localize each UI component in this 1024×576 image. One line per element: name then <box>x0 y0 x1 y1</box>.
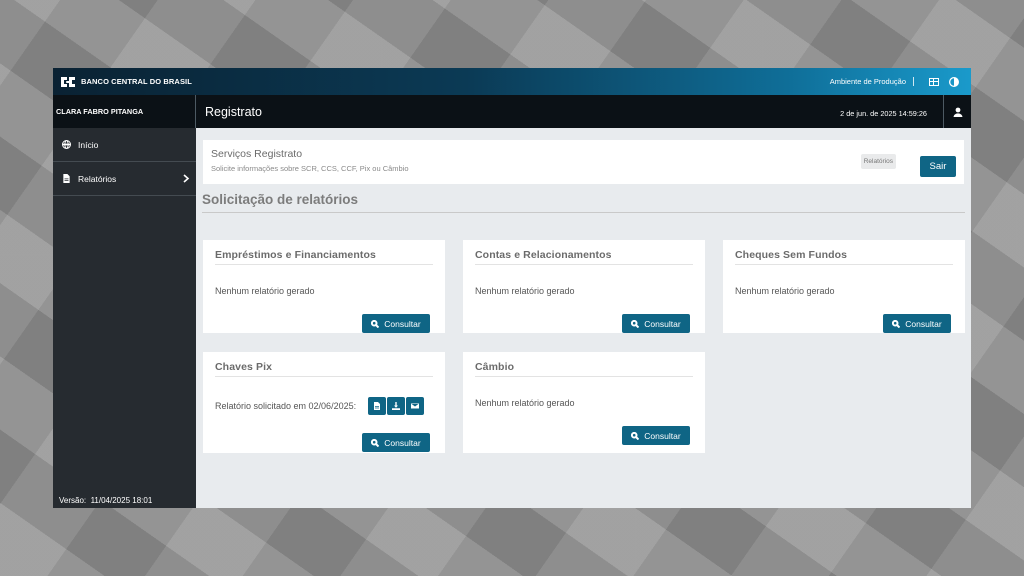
consult-label: Consultar <box>384 437 421 448</box>
envelope-icon <box>411 403 419 409</box>
services-subtitle: Solicite informações sobre SCR, CCS, CCF… <box>211 164 409 173</box>
services-header: Serviços Registrato Solicite informações… <box>203 140 964 184</box>
card-title: Chaves Pix <box>215 361 273 373</box>
document-icon <box>63 174 70 183</box>
exit-button[interactable]: Sair <box>920 156 956 177</box>
user-icon[interactable] <box>943 95 971 128</box>
chevron-right-icon <box>182 174 190 184</box>
search-icon <box>631 431 640 440</box>
page-title: Solicitação de relatórios <box>202 192 359 207</box>
divider <box>202 212 965 213</box>
consult-label: Consultar <box>644 430 681 441</box>
consult-button[interactable]: Consultar <box>622 426 690 445</box>
view-report-button[interactable] <box>368 397 386 415</box>
environment-label: Ambiente de Produção <box>830 77 914 86</box>
card-title: Contas e Relacionamentos <box>475 249 612 261</box>
search-icon <box>371 438 380 447</box>
divider <box>475 264 693 265</box>
card-emprestimos: Empréstimos e Financiamentos Nenhum rela… <box>203 240 445 333</box>
report-actions <box>368 397 424 415</box>
search-icon <box>892 319 901 328</box>
search-icon <box>631 319 640 328</box>
divider <box>215 264 433 265</box>
top-bar-actions: Ambiente de Produção <box>830 75 961 89</box>
services-title: Serviços Registrato <box>211 148 303 160</box>
card-title: Empréstimos e Financiamentos <box>215 249 376 261</box>
user-name: CLARA FABRO PITANGA <box>53 95 196 128</box>
contrast-icon[interactable] <box>947 75 961 89</box>
consult-label: Consultar <box>644 318 681 329</box>
card-status: Relatório solicitado em 02/06/2025: <box>215 401 357 411</box>
consult-label: Consultar <box>905 318 942 329</box>
card-status: Nenhum relatório gerado <box>475 286 575 296</box>
sidebar-item-label: Início <box>78 139 99 150</box>
card-status: Nenhum relatório gerado <box>475 398 575 408</box>
current-datetime: 2 de jun. de 2025 14:59:26 <box>840 109 927 118</box>
consult-button[interactable]: Consultar <box>362 433 430 452</box>
card-contas: Contas e Relacionamentos Nenhum relatóri… <box>463 240 705 333</box>
card-title: Cheques Sem Fundos <box>735 249 848 261</box>
main-content: Serviços Registrato Solicite informações… <box>196 128 971 508</box>
table-icon[interactable] <box>927 75 941 89</box>
card-cambio: Câmbio Nenhum relatório gerado Consultar <box>463 352 705 453</box>
sidebar-item-relatorios[interactable]: Relatórios <box>53 162 196 196</box>
breadcrumb-badge: Relatórios <box>860 154 896 169</box>
document-icon <box>374 402 380 410</box>
email-report-button[interactable] <box>406 397 424 415</box>
bcb-logo-icon <box>59 74 77 90</box>
card-title: Câmbio <box>475 361 515 373</box>
app-title: Registrato <box>205 104 262 119</box>
consult-button[interactable]: Consultar <box>883 314 951 333</box>
consult-label: Consultar <box>384 318 421 329</box>
sub-bar: CLARA FABRO PITANGA Registrato 2 de jun.… <box>53 95 971 128</box>
globe-icon <box>62 140 71 149</box>
card-cheques: Cheques Sem Fundos Nenhum relatório gera… <box>723 240 965 333</box>
version-label: Versão: 11/04/2025 18:01 <box>59 496 153 505</box>
divider <box>735 264 953 265</box>
consult-button[interactable]: Consultar <box>622 314 690 333</box>
card-status: Nenhum relatório gerado <box>215 286 315 296</box>
divider <box>215 376 433 377</box>
brand: BANCO CENTRAL DO BRASIL <box>59 74 192 90</box>
download-icon <box>392 402 400 410</box>
card-chaves-pix: Chaves Pix Relatório solicitado em 02/06… <box>203 352 445 453</box>
download-report-button[interactable] <box>387 397 405 415</box>
divider <box>475 376 693 377</box>
brand-name: BANCO CENTRAL DO BRASIL <box>81 77 192 86</box>
card-status: Nenhum relatório gerado <box>735 286 835 296</box>
sidebar-item-label: Relatórios <box>78 173 117 184</box>
sidebar-item-inicio[interactable]: Início <box>53 128 196 162</box>
search-icon <box>371 319 380 328</box>
top-bar: BANCO CENTRAL DO BRASIL Ambiente de Prod… <box>53 68 971 95</box>
app-window: BANCO CENTRAL DO BRASIL Ambiente de Prod… <box>53 68 971 508</box>
sidebar: Início Relatórios Versão: 11/04/2025 18:… <box>53 128 196 508</box>
consult-button[interactable]: Consultar <box>362 314 430 333</box>
